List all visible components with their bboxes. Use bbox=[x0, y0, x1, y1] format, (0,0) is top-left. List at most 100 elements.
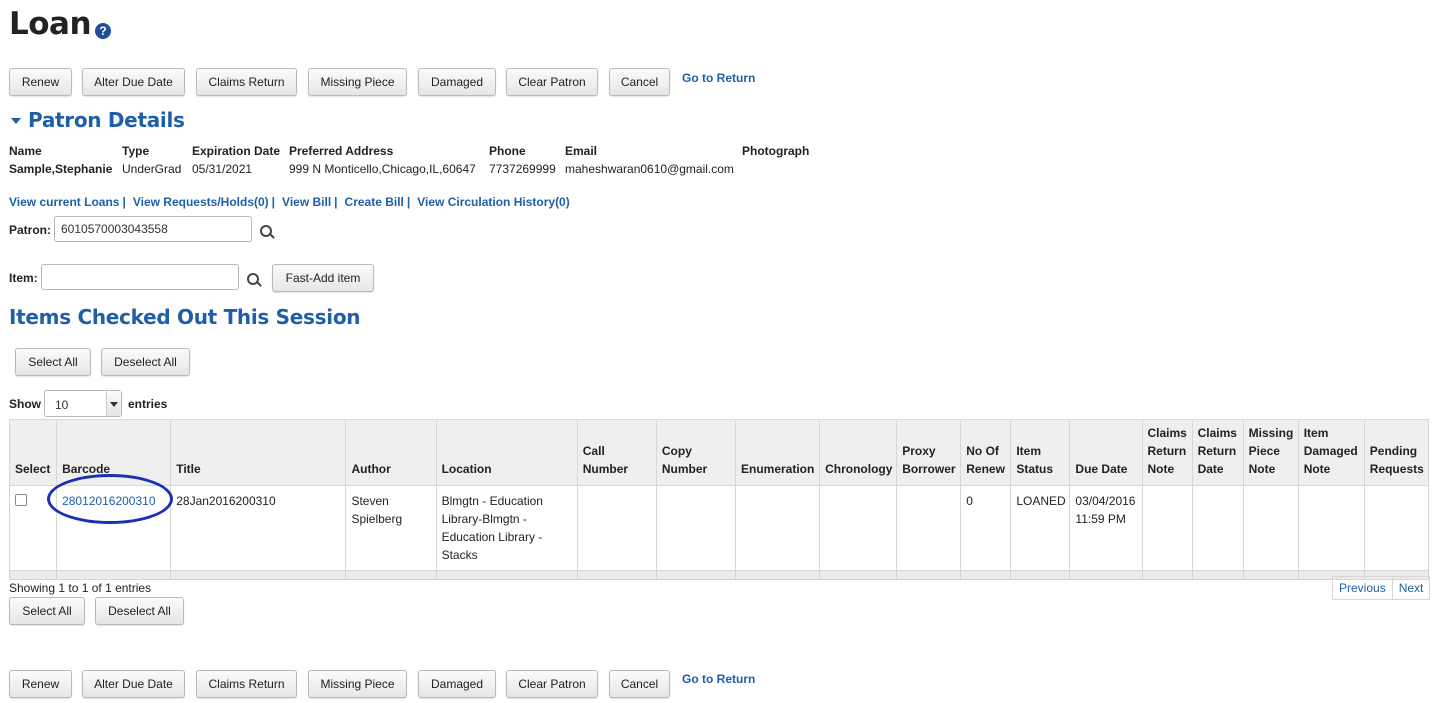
column-header[interactable]: Copy Number bbox=[655, 419, 736, 486]
entries-per-page-select[interactable]: 10 bbox=[44, 390, 122, 417]
view-requests-holds-link[interactable]: View Requests/Holds(0) bbox=[133, 195, 269, 209]
deselect-all-button-bottom[interactable]: Deselect All bbox=[95, 597, 184, 625]
missing-piece-button[interactable]: Missing Piece bbox=[308, 68, 407, 96]
view-bill-link[interactable]: View Bill bbox=[282, 195, 331, 209]
entries-label: entries bbox=[128, 397, 168, 411]
previous-page-button[interactable]: Previous bbox=[1333, 577, 1392, 599]
column-header[interactable]: Claims Return Note bbox=[1141, 419, 1193, 486]
show-label: Show bbox=[9, 397, 41, 411]
column-header[interactable]: Enumeration bbox=[734, 419, 821, 486]
item-search-icon[interactable] bbox=[247, 273, 262, 287]
next-page-button[interactable]: Next bbox=[1391, 577, 1430, 599]
patron-quick-links: View current Loans | View Requests/Holds(0… bbox=[9, 195, 570, 209]
column-header[interactable]: Title bbox=[170, 419, 347, 486]
deselect-all-button[interactable]: Deselect All bbox=[101, 348, 190, 376]
table-row: 28012016200310 28Jan2016200310 Steven Sp… bbox=[8, 485, 1430, 571]
header-expiration-date: Expiration Date bbox=[192, 144, 281, 158]
clear-patron-button[interactable]: Clear Patron bbox=[506, 68, 598, 96]
patron-label: Patron: bbox=[9, 223, 51, 237]
items-table: Select Barcode Title Author Location Cal… bbox=[8, 419, 1430, 580]
fast-add-item-button[interactable]: Fast-Add item bbox=[272, 264, 374, 292]
renew-button[interactable]: Renew bbox=[9, 68, 72, 96]
column-header[interactable]: Item Status bbox=[1010, 419, 1071, 486]
column-header[interactable]: Author bbox=[345, 419, 437, 486]
select-all-button[interactable]: Select All bbox=[15, 348, 91, 376]
enumeration-cell bbox=[734, 485, 821, 571]
column-header[interactable]: Item Damaged Note bbox=[1297, 419, 1365, 486]
entries-per-page-value: 10 bbox=[55, 398, 69, 412]
alter-due-date-button[interactable]: Alter Due Date bbox=[82, 68, 185, 96]
cancel-button-bottom[interactable]: Cancel bbox=[609, 670, 670, 698]
barcode-highlight-circle bbox=[47, 474, 173, 524]
pagination: Previous Next bbox=[1332, 576, 1431, 600]
chronology-cell bbox=[819, 485, 898, 571]
no-of-renew-cell: 0 bbox=[960, 485, 1012, 571]
author-cell: Steven Spielberg bbox=[345, 485, 437, 571]
go-to-return-link[interactable]: Go to Return bbox=[682, 71, 755, 85]
go-to-return-link-bottom[interactable]: Go to Return bbox=[682, 672, 755, 686]
column-header[interactable]: Call Number bbox=[576, 419, 657, 486]
patron-input[interactable] bbox=[54, 216, 252, 242]
header-preferred-address: Preferred Address bbox=[289, 144, 394, 158]
missing-piece-button-bottom[interactable]: Missing Piece bbox=[308, 670, 407, 698]
location-cell: Blmgtn - Education Library-Blmgtn - Educ… bbox=[435, 485, 578, 571]
cancel-button[interactable]: Cancel bbox=[609, 68, 670, 96]
column-header[interactable]: Location bbox=[435, 419, 578, 486]
column-header[interactable]: No Of Renew bbox=[960, 419, 1012, 486]
page-title: Loan bbox=[9, 6, 92, 42]
link-separator: | bbox=[122, 195, 126, 209]
item-damaged-note-cell bbox=[1297, 485, 1365, 571]
header-name: Name bbox=[9, 144, 42, 158]
header-phone: Phone bbox=[489, 144, 526, 158]
claims-return-button[interactable]: Claims Return bbox=[196, 68, 297, 96]
alter-due-date-button-bottom[interactable]: Alter Due Date bbox=[82, 670, 185, 698]
column-header[interactable]: Proxy Borrower bbox=[896, 419, 962, 486]
column-header[interactable]: Select bbox=[8, 419, 58, 486]
patron-expiration-date: 05/31/2021 bbox=[192, 162, 253, 176]
select-all-button-bottom[interactable]: Select All bbox=[9, 597, 85, 625]
call-number-cell bbox=[576, 485, 657, 571]
dropdown-arrow-icon[interactable] bbox=[106, 391, 121, 416]
link-separator: | bbox=[334, 195, 338, 209]
header-photograph: Photograph bbox=[742, 144, 810, 158]
items-checked-out-heading: Items Checked Out This Session bbox=[9, 305, 361, 329]
column-header[interactable]: Due Date bbox=[1069, 419, 1143, 486]
table-footer-strip bbox=[8, 570, 1430, 580]
title-cell: 28Jan2016200310 bbox=[170, 485, 347, 571]
help-icon[interactable]: ? bbox=[95, 23, 111, 39]
renew-button-bottom[interactable]: Renew bbox=[9, 670, 72, 698]
header-email: Email bbox=[565, 144, 598, 158]
clear-patron-button-bottom[interactable]: Clear Patron bbox=[506, 670, 598, 698]
column-header[interactable]: Missing Piece Note bbox=[1242, 419, 1299, 486]
row-select-checkbox[interactable] bbox=[15, 494, 27, 506]
collapse-caret-icon[interactable] bbox=[11, 118, 21, 124]
view-circulation-history-link[interactable]: View Circulation History(0) bbox=[417, 195, 569, 209]
view-current-loans-link[interactable]: View current Loans bbox=[9, 195, 119, 209]
due-date-cell: 03/04/2016 11:59 PM bbox=[1069, 485, 1143, 571]
damaged-button[interactable]: Damaged bbox=[418, 68, 496, 96]
column-header[interactable]: Claims Return Date bbox=[1191, 419, 1244, 486]
patron-address: 999 N Monticello,Chicago,IL,60647 bbox=[289, 162, 476, 176]
patron-email: maheshwaran0610@gmail.com bbox=[565, 162, 734, 176]
patron-name-link[interactable]: Sample,Stephanie bbox=[9, 162, 112, 176]
proxy-borrower-cell bbox=[896, 485, 962, 571]
patron-details-heading[interactable]: Patron Details bbox=[28, 108, 185, 132]
link-separator: | bbox=[271, 195, 276, 209]
item-status-cell: LOANED bbox=[1010, 485, 1071, 571]
damaged-button-bottom[interactable]: Damaged bbox=[418, 670, 496, 698]
table-info-summary: Showing 1 to 1 of 1 entries bbox=[9, 581, 152, 595]
copy-number-cell bbox=[655, 485, 736, 571]
claims-return-button-bottom[interactable]: Claims Return bbox=[196, 670, 297, 698]
column-header[interactable]: Pending Requests bbox=[1363, 419, 1430, 486]
table-header-row: Select Barcode Title Author Location Cal… bbox=[8, 419, 1430, 486]
column-header[interactable]: Chronology bbox=[819, 419, 898, 486]
claims-return-note-cell bbox=[1141, 485, 1193, 571]
link-separator: | bbox=[406, 195, 411, 209]
item-input[interactable] bbox=[41, 264, 239, 290]
patron-search-icon[interactable] bbox=[260, 225, 275, 239]
item-label: Item: bbox=[9, 271, 38, 285]
pending-requests-cell bbox=[1363, 485, 1430, 571]
header-type: Type bbox=[122, 144, 150, 158]
claims-return-date-cell bbox=[1191, 485, 1244, 571]
create-bill-link[interactable]: Create Bill bbox=[345, 195, 404, 209]
